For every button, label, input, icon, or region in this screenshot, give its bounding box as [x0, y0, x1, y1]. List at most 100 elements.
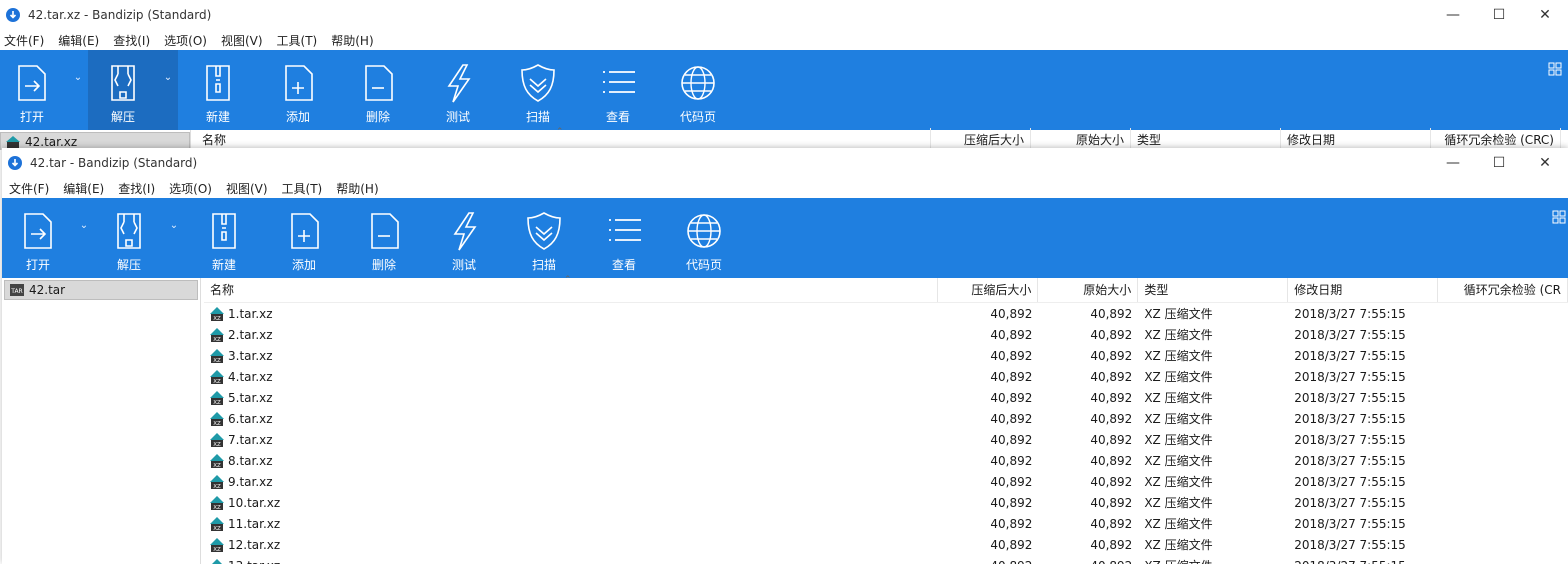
file-name: 11.tar.xz — [228, 516, 281, 531]
extract-button[interactable]: 解压 — [88, 50, 158, 130]
new-button[interactable]: 新建 — [188, 50, 248, 130]
minimize-icon[interactable]: — — [1430, 148, 1476, 178]
column-type[interactable]: 类型 — [1138, 278, 1289, 302]
menu-tools[interactable]: 工具(T) — [282, 180, 323, 197]
menu-view[interactable]: 视图(V) — [221, 32, 263, 49]
delete-button[interactable]: 删除 — [354, 198, 414, 278]
delete-button[interactable]: 删除 — [348, 50, 408, 130]
svg-text:XZ: XZ — [213, 547, 221, 553]
column-packed-size[interactable]: 压缩后大小 — [931, 128, 1031, 150]
menu-find[interactable]: 查找(I) — [113, 32, 150, 49]
minimize-icon[interactable]: — — [1430, 0, 1476, 30]
column-crc[interactable]: 循环冗余检验 (CR — [1438, 278, 1568, 302]
table-row[interactable]: XZ13.tar.xz40,89240,892XZ 压缩文件2018/3/27 … — [204, 555, 1568, 564]
table-row[interactable]: XZ 7.tar.xz 40,892 40,892 XZ 压缩文件 2018/3/27 7… — [204, 429, 1568, 450]
title-bar: 42.tar - Bandizip (Standard) — ☐ ✕ — [2, 148, 1568, 178]
menu-bar: 文件(F) 编辑(E) 查找(I) 选项(O) 视图(V) 工具(T) 帮助(H… — [2, 178, 1568, 198]
type-cell: XZ 压缩文件 — [1144, 475, 1213, 489]
column-modified[interactable]: 修改日期 — [1288, 278, 1439, 302]
view-button[interactable]: 查看 — [594, 198, 654, 278]
svg-text:TAR: TAR — [10, 288, 22, 295]
maximize-icon[interactable]: ☐ — [1476, 148, 1522, 178]
menu-tools[interactable]: 工具(T) — [277, 32, 318, 49]
table-row[interactable]: XZ 9.tar.xz 40,892 40,892 XZ 压缩文件 2018/3/27 7… — [204, 471, 1568, 492]
svg-text:XZ: XZ — [213, 463, 221, 469]
table-row[interactable]: XZ 10.tar.xz 40,892 40,892 XZ 压缩文件 2018/3/27 … — [204, 492, 1568, 513]
modified-cell: 2018/3/27 7:55:15 — [1294, 474, 1406, 489]
menu-help[interactable]: 帮助(H) — [331, 32, 373, 49]
scan-button[interactable]: 扫描 — [514, 198, 574, 278]
table-row[interactable]: XZ 6.tar.xz 40,892 40,892 XZ 压缩文件 2018/3/27 7… — [204, 408, 1568, 429]
extract-dropdown[interactable]: ⌄ — [164, 198, 184, 278]
menu-options[interactable]: 选项(O) — [164, 32, 207, 49]
window-title: 42.tar - Bandizip (Standard) — [30, 156, 198, 170]
scan-button[interactable]: 扫描 — [508, 50, 568, 130]
table-row[interactable]: XZ 11.tar.xz 40,892 40,892 XZ 压缩文件 2018/3/27 … — [204, 513, 1568, 534]
table-row[interactable]: XZ 1.tar.xz 40,892 40,892 XZ 压缩文件 2018/3/27 7… — [204, 303, 1568, 324]
add-button[interactable]: 添加 — [274, 198, 334, 278]
packed-size-cell: 40,892 — [990, 306, 1033, 321]
list-icon — [603, 71, 635, 93]
type-cell: XZ 压缩文件 — [1144, 307, 1213, 321]
menu-edit[interactable]: 编辑(E) — [58, 32, 99, 49]
open-button[interactable]: 打开 — [4, 50, 60, 130]
menu-file[interactable]: 文件(F) — [4, 32, 44, 49]
column-type[interactable]: 类型 — [1131, 128, 1281, 150]
open-dropdown[interactable]: ⌄ — [68, 50, 88, 130]
open-button[interactable]: 打开 — [10, 198, 66, 278]
close-icon[interactable]: ✕ — [1522, 148, 1568, 178]
open-dropdown[interactable]: ⌄ — [74, 198, 94, 278]
table-row[interactable]: XZ 3.tar.xz 40,892 40,892 XZ 压缩文件 2018/3/27 7… — [204, 345, 1568, 366]
close-icon[interactable]: ✕ — [1522, 0, 1568, 30]
codepage-button[interactable]: 代码页 — [668, 50, 728, 130]
column-header: ⌃ 名称 压缩后大小 原始大小 类型 修改日期 循环冗余检验 (CR — [204, 275, 1568, 303]
folder-tree-panel: TAR 42.tar — [2, 278, 201, 564]
menu-view[interactable]: 视图(V) — [226, 180, 268, 197]
xz-archive-icon: XZ — [210, 474, 224, 490]
table-row[interactable]: XZ 8.tar.xz 40,892 40,892 XZ 压缩文件 2018/3/27 7… — [204, 450, 1568, 471]
open-icon — [24, 213, 52, 249]
add-button[interactable]: 添加 — [268, 50, 328, 130]
tree-item-archive[interactable]: TAR 42.tar — [4, 280, 198, 300]
svg-text:XZ: XZ — [213, 526, 221, 532]
column-packed-size[interactable]: 压缩后大小 — [938, 278, 1039, 302]
modified-cell: 2018/3/27 7:55:15 — [1294, 390, 1406, 405]
layout-grid-icon[interactable] — [1552, 210, 1566, 224]
packed-size-cell: 40,892 — [990, 348, 1033, 363]
menu-help[interactable]: 帮助(H) — [336, 180, 378, 197]
menu-bar: 文件(F) 编辑(E) 查找(I) 选项(O) 视图(V) 工具(T) 帮助(H… — [0, 30, 1568, 50]
table-row[interactable]: XZ 5.tar.xz 40,892 40,892 XZ 压缩文件 2018/3/27 7… — [204, 387, 1568, 408]
column-size[interactable]: 原始大小 — [1038, 278, 1139, 302]
test-button[interactable]: 测试 — [428, 50, 488, 130]
column-modified[interactable]: 修改日期 — [1281, 128, 1431, 150]
size-cell: 40,892 — [1090, 537, 1133, 552]
menu-edit[interactable]: 编辑(E) — [63, 180, 104, 197]
file-name: 1.tar.xz — [228, 306, 273, 321]
test-button[interactable]: 测试 — [434, 198, 494, 278]
column-crc[interactable]: 循环冗余检验 (CRC) — [1431, 128, 1561, 150]
table-row[interactable]: XZ 4.tar.xz 40,892 40,892 XZ 压缩文件 2018/3/27 7… — [204, 366, 1568, 387]
table-row[interactable]: XZ 2.tar.xz 40,892 40,892 XZ 压缩文件 2018/3/27 7… — [204, 324, 1568, 345]
new-button[interactable]: 新建 — [194, 198, 254, 278]
folder-tree-panel: 42.tar.xz — [0, 130, 191, 150]
menu-file[interactable]: 文件(F) — [9, 180, 49, 197]
size-cell: 40,892 — [1090, 411, 1133, 426]
codepage-button[interactable]: 代码页 — [674, 198, 734, 278]
sort-ascending-icon: ⌃ — [564, 275, 572, 285]
xz-archive-icon: XZ — [210, 537, 224, 553]
extract-dropdown[interactable]: ⌄ — [158, 50, 178, 130]
modified-cell: 2018/3/27 7:55:15 — [1294, 537, 1406, 552]
file-name: 3.tar.xz — [228, 348, 273, 363]
menu-options[interactable]: 选项(O) — [169, 180, 212, 197]
layout-grid-icon[interactable] — [1548, 62, 1562, 76]
extract-button[interactable]: 解压 — [94, 198, 164, 278]
file-name: 12.tar.xz — [228, 537, 281, 552]
view-button[interactable]: 查看 — [588, 50, 648, 130]
menu-find[interactable]: 查找(I) — [118, 180, 155, 197]
bandizip-app-icon — [6, 8, 20, 22]
type-cell: XZ 压缩文件 — [1144, 517, 1213, 531]
globe-icon — [681, 66, 715, 100]
table-row[interactable]: XZ 12.tar.xz 40,892 40,892 XZ 压缩文件 2018/3/27 … — [204, 534, 1568, 555]
column-size[interactable]: 原始大小 — [1031, 128, 1131, 150]
maximize-icon[interactable]: ☐ — [1476, 0, 1522, 30]
